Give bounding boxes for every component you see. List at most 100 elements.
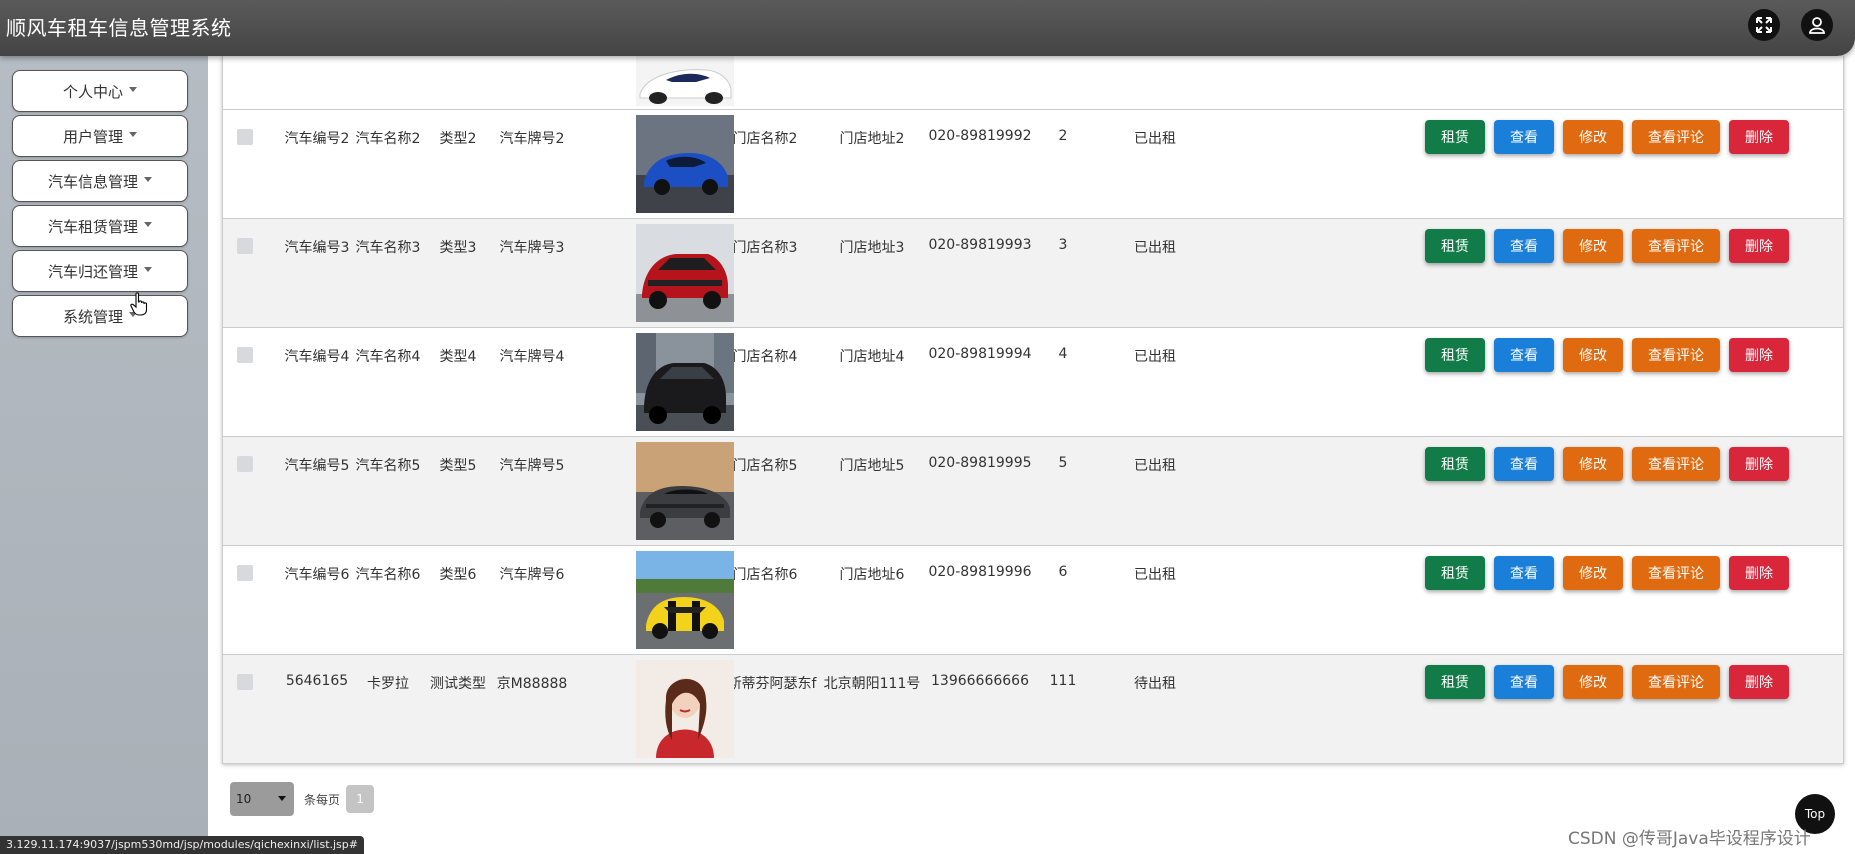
cell-address: 门店地址4 <box>839 349 905 365</box>
caret-down-icon <box>144 266 152 272</box>
cell-status: 已出租 <box>1134 567 1176 583</box>
row-checkbox[interactable] <box>237 238 253 254</box>
sidebar-item-system-management[interactable]: 系统管理 <box>12 295 188 337</box>
sidebar-item-personal-center[interactable]: 个人中心 <box>12 70 188 112</box>
view-reviews-button[interactable]: 查看评论 <box>1632 556 1720 590</box>
sidebar-item-label: 系统管理 <box>62 307 123 326</box>
view-button[interactable]: 查看 <box>1494 447 1554 481</box>
user-icon <box>1809 17 1825 34</box>
rent-button[interactable]: 租赁 <box>1425 665 1485 699</box>
top-bar: 顺风车租车信息管理系统 <box>0 0 1855 56</box>
row-checkbox[interactable] <box>237 674 253 690</box>
cell-status: 已出租 <box>1134 349 1176 365</box>
car-thumbnail <box>636 115 734 213</box>
page-button-1[interactable]: 1 <box>346 785 375 813</box>
fullscreen-icon <box>1756 17 1772 33</box>
rent-button[interactable]: 租赁 <box>1425 556 1485 590</box>
cell-plate: 汽车牌号5 <box>499 458 565 474</box>
cell-address: 门店地址2 <box>839 131 905 147</box>
car-thumbnail <box>636 224 734 322</box>
sidebar-item-user-management[interactable]: 用户管理 <box>12 115 188 157</box>
fullscreen-button[interactable] <box>1748 9 1780 41</box>
delete-button[interactable]: 删除 <box>1729 229 1789 263</box>
cell-plate: 汽车牌号4 <box>499 349 565 365</box>
cell-plate: 京M88888 <box>496 676 568 692</box>
view-button[interactable]: 查看 <box>1494 120 1554 154</box>
car-thumbnail <box>636 551 734 649</box>
caret-down-icon <box>129 86 137 92</box>
edit-button[interactable]: 修改 <box>1563 556 1623 590</box>
row-checkbox[interactable] <box>237 456 253 472</box>
rent-button[interactable]: 租赁 <box>1425 447 1485 481</box>
view-button[interactable]: 查看 <box>1494 338 1554 372</box>
cell-plate: 汽车牌号2 <box>499 131 565 147</box>
sidebar-item-label: 用户管理 <box>62 127 123 146</box>
edit-button[interactable]: 修改 <box>1563 338 1623 372</box>
table-row: 汽车编号5汽车名称5类型5汽车牌号5轿车门店名称5门店地址5020-898199… <box>223 437 1843 546</box>
row-checkbox[interactable] <box>237 129 253 145</box>
delete-button[interactable]: 删除 <box>1729 556 1789 590</box>
view-reviews-button[interactable]: 查看评论 <box>1632 229 1720 263</box>
edit-button[interactable]: 修改 <box>1563 229 1623 263</box>
row-checkbox[interactable] <box>237 347 253 363</box>
edit-button[interactable]: 修改 <box>1563 665 1623 699</box>
edit-button[interactable]: 修改 <box>1563 447 1623 481</box>
page-size-select[interactable]: 10 <box>230 782 294 816</box>
cell-status: 已出租 <box>1134 458 1176 474</box>
cell-count: 6 <box>1058 564 1068 580</box>
table-row-partial <box>223 56 1843 110</box>
caret-down-icon <box>144 176 152 182</box>
sidebar-item-car-rental-management[interactable]: 汽车租赁管理 <box>12 205 188 247</box>
rent-button[interactable]: 租赁 <box>1425 338 1485 372</box>
edit-button[interactable]: 修改 <box>1563 120 1623 154</box>
cell-address: 北京朝阳111号 <box>823 676 921 692</box>
watermark: CSDN @传哥Java毕设程序设计 <box>1568 829 1811 849</box>
cell-status: 待出租 <box>1134 676 1176 692</box>
caret-down-icon <box>129 131 137 137</box>
delete-button[interactable]: 删除 <box>1729 665 1789 699</box>
table-row: 5646165卡罗拉测试类型京M88888suv阿斯蒂芬阿瑟东f北京朝阳111号… <box>223 655 1843 763</box>
row-checkbox[interactable] <box>237 565 253 581</box>
user-button[interactable] <box>1801 9 1833 41</box>
pagination: 10 条每页 1 <box>230 782 375 816</box>
view-button[interactable]: 查看 <box>1494 229 1554 263</box>
rent-button[interactable]: 租赁 <box>1425 120 1485 154</box>
view-reviews-button[interactable]: 查看评论 <box>1632 338 1720 372</box>
rent-button[interactable]: 租赁 <box>1425 229 1485 263</box>
delete-button[interactable]: 删除 <box>1729 447 1789 481</box>
sidebar-item-car-return-management[interactable]: 汽车归还管理 <box>12 250 188 292</box>
car-thumbnail <box>636 442 734 540</box>
sidebar-item-car-info-management[interactable]: 汽车信息管理 <box>12 160 188 202</box>
cell-count: 5 <box>1058 455 1068 471</box>
view-reviews-button[interactable]: 查看评论 <box>1632 120 1720 154</box>
app-title: 顺风车租车信息管理系统 <box>6 16 232 40</box>
view-reviews-button[interactable]: 查看评论 <box>1632 447 1720 481</box>
car-thumbnail <box>636 660 734 758</box>
cell-count: 111 <box>1049 673 1077 689</box>
delete-button[interactable]: 删除 <box>1729 120 1789 154</box>
status-bar-url: 3.129.11.174:9037/jspm530md/jsp/modules/… <box>0 836 364 854</box>
cell-address: 门店地址5 <box>839 458 905 474</box>
table-row: 汽车编号6汽车名称6类型6汽车牌号6轿车门店名称6门店地址6020-898199… <box>223 546 1843 655</box>
car-thumbnail <box>636 56 734 106</box>
sidebar: 个人中心 用户管理 汽车信息管理 汽车租赁管理 汽车归还管理 系统管理 <box>0 56 208 854</box>
view-button[interactable]: 查看 <box>1494 665 1554 699</box>
hand-cursor-icon <box>130 292 148 316</box>
car-table: 汽车编号2汽车名称2类型2汽车牌号2轿车门店名称2门店地址2020-898199… <box>222 56 1844 764</box>
cell-plate: 汽车牌号6 <box>499 567 565 583</box>
cell-status: 已出租 <box>1134 240 1176 256</box>
cell-count: 3 <box>1058 237 1068 253</box>
per-page-label: 条每页 <box>304 792 341 807</box>
table-row: 汽车编号3汽车名称3类型3汽车牌号3轿车门店名称3门店地址3020-898199… <box>223 219 1843 328</box>
page-size-value: 10 <box>236 792 252 806</box>
table-row: 汽车编号4汽车名称4类型4汽车牌号4轿车门店名称4门店地址4020-898199… <box>223 328 1843 437</box>
chevron-down-icon <box>278 796 286 801</box>
cell-address: 门店地址6 <box>839 567 905 583</box>
cell-count: 2 <box>1058 128 1068 144</box>
view-reviews-button[interactable]: 查看评论 <box>1632 665 1720 699</box>
cell-plate: 汽车牌号3 <box>499 240 565 256</box>
delete-button[interactable]: 删除 <box>1729 338 1789 372</box>
view-button[interactable]: 查看 <box>1494 556 1554 590</box>
sidebar-item-label: 汽车租赁管理 <box>47 217 138 236</box>
sidebar-item-label: 个人中心 <box>62 82 123 101</box>
